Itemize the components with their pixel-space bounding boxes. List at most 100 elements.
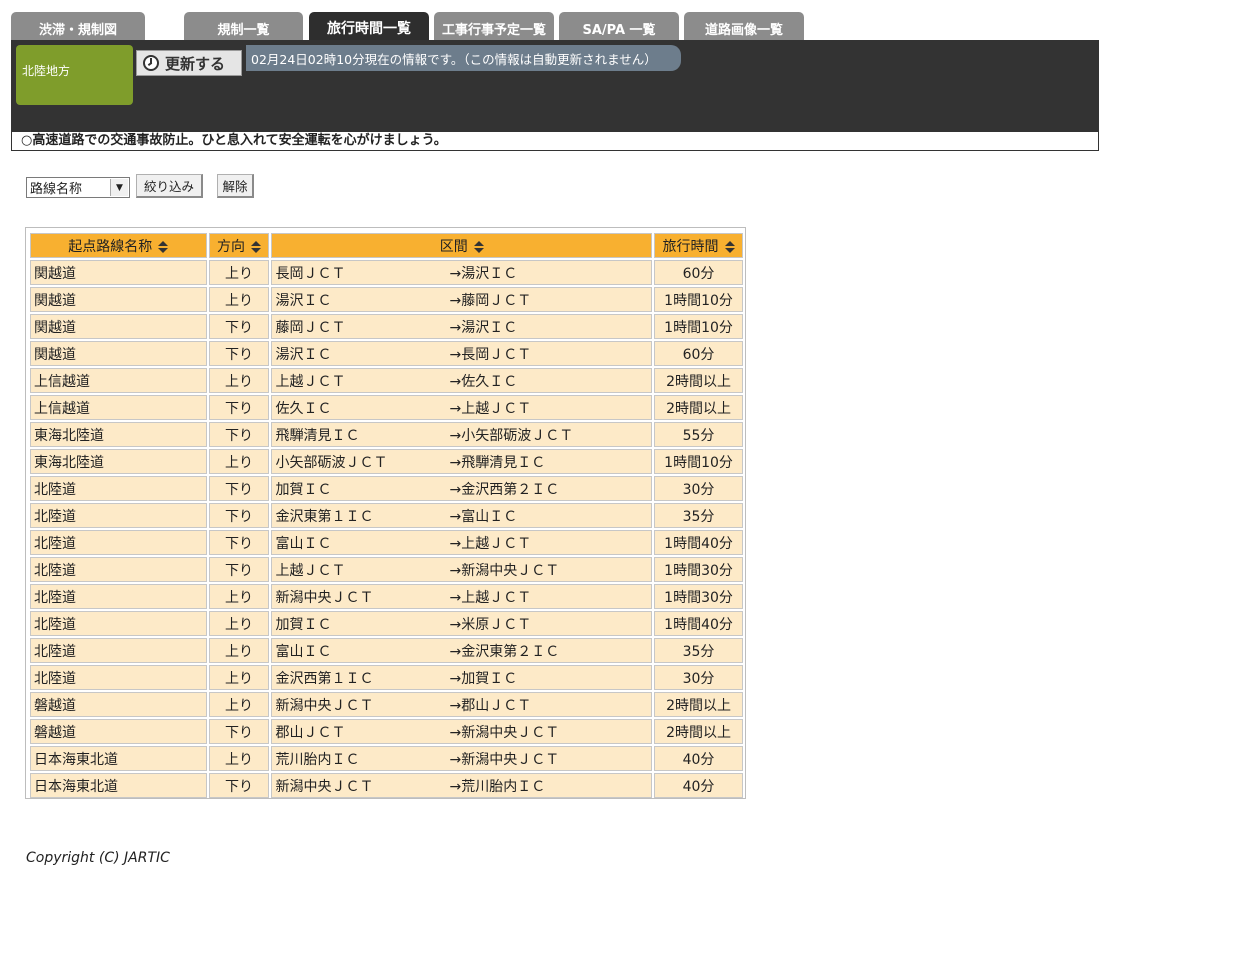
- filter-button[interactable]: 絞り込み: [136, 174, 203, 198]
- cell-direction: 上り: [208, 611, 270, 636]
- section-from: 飛騨清見ＩＣ: [275, 427, 360, 444]
- table-row: 関越道 上り 湯沢ＩＣ →藤岡ＪＣＴ 1時間10分: [30, 287, 743, 312]
- tab-road-image-list[interactable]: 道路画像一覧: [684, 12, 804, 40]
- cell-direction: 上り: [208, 692, 270, 717]
- cell-route: 北陸道: [30, 476, 207, 501]
- section-from: 藤岡ＪＣＴ: [275, 319, 346, 336]
- section-to: →上越ＪＣＴ: [449, 535, 532, 552]
- section-from: 佐久ＩＣ: [275, 400, 332, 417]
- section-from: 湯沢ＩＣ: [275, 346, 332, 363]
- cell-route: 北陸道: [30, 557, 207, 582]
- sort-icon: [251, 240, 262, 253]
- cell-route: 関越道: [30, 341, 207, 366]
- cell-direction: 下り: [208, 395, 270, 420]
- tab-regulation-list[interactable]: 規制一覧: [184, 12, 303, 40]
- section-from: 金沢東第１ＩＣ: [275, 508, 374, 525]
- route-filter-select[interactable]: 路線名称 ▼: [26, 177, 130, 198]
- region-button[interactable]: 北陸地方: [16, 45, 133, 105]
- tab-construction-schedule[interactable]: 工事行事予定一覧: [434, 12, 554, 40]
- column-header-route[interactable]: 起点路線名称: [30, 233, 207, 258]
- cell-route: 磐越道: [30, 719, 207, 744]
- cell-route: 日本海東北道: [30, 773, 207, 798]
- section-to: →上越ＪＣＴ: [449, 400, 532, 417]
- cell-section: 小矢部砺波ＪＣＴ →飛騨清見ＩＣ: [271, 449, 653, 474]
- notice-banner: ○高速道路での交通事故防止。ひと息入れて安全運転を心がけましょう。: [11, 131, 1099, 151]
- table-row: 関越道 下り 藤岡ＪＣＴ →湯沢ＩＣ 1時間10分: [30, 314, 743, 339]
- section-to: →新潟中央ＪＣＴ: [449, 751, 560, 768]
- table-row: 東海北陸道 下り 飛騨清見ＩＣ →小矢部砺波ＪＣＴ 55分: [30, 422, 743, 447]
- section-to: →長岡ＪＣＴ: [449, 346, 532, 363]
- table-row: 北陸道 上り 新潟中央ＪＣＴ →上越ＪＣＴ 1時間30分: [30, 584, 743, 609]
- section-from: 加賀ＩＣ: [275, 481, 332, 498]
- copyright: Copyright (C) JARTIC: [26, 850, 170, 866]
- cell-travel-time: 1時間30分: [654, 584, 743, 609]
- table-row: 北陸道 上り 金沢西第１ＩＣ →加賀ＩＣ 30分: [30, 665, 743, 690]
- cell-direction: 上り: [208, 368, 270, 393]
- cell-travel-time: 35分: [654, 638, 743, 663]
- table-row: 北陸道 上り 富山ＩＣ →金沢東第２ＩＣ 35分: [30, 638, 743, 663]
- section-from: 荒川胎内ＩＣ: [275, 751, 360, 768]
- cell-direction: 下り: [208, 476, 270, 501]
- cell-travel-time: 1時間30分: [654, 557, 743, 582]
- section-to: →湯沢ＩＣ: [449, 265, 518, 282]
- cell-section: 飛騨清見ＩＣ →小矢部砺波ＪＣＴ: [271, 422, 653, 447]
- cell-direction: 下り: [208, 422, 270, 447]
- column-header-section[interactable]: 区間: [271, 233, 653, 258]
- cell-section: 佐久ＩＣ →上越ＪＣＴ: [271, 395, 653, 420]
- section-from: 金沢西第１ＩＣ: [275, 670, 374, 687]
- clear-filter-button[interactable]: 解除: [217, 174, 254, 198]
- cell-section: 金沢西第１ＩＣ →加賀ＩＣ: [271, 665, 653, 690]
- section-to: →新潟中央ＪＣＴ: [449, 562, 560, 579]
- cell-section: 新潟中央ＪＣＴ →郡山ＪＣＴ: [271, 692, 653, 717]
- cell-route: 関越道: [30, 260, 207, 285]
- section-to: →金沢東第２ＩＣ: [449, 643, 560, 660]
- cell-travel-time: 1時間10分: [654, 287, 743, 312]
- sort-icon: [724, 240, 735, 253]
- cell-travel-time: 60分: [654, 260, 743, 285]
- cell-direction: 上り: [208, 665, 270, 690]
- tab-sapa-list[interactable]: SA/PA 一覧: [559, 12, 679, 40]
- section-from: 新潟中央ＪＣＴ: [275, 697, 374, 714]
- section-from: 郡山ＪＣＴ: [275, 724, 346, 741]
- column-header-travel-time[interactable]: 旅行時間: [654, 233, 743, 258]
- travel-time-table: 起点路線名称 方向 区間 旅行時間 関越道 上り 長岡ＪＣＴ →湯沢ＩＣ 60分 関越道上…: [25, 227, 746, 799]
- section-to: →佐久ＩＣ: [449, 373, 518, 390]
- cell-route: 北陸道: [30, 584, 207, 609]
- cell-section: 荒川胎内ＩＣ →新潟中央ＪＣＴ: [271, 746, 653, 771]
- sort-icon: [158, 240, 169, 253]
- cell-section: 藤岡ＪＣＴ →湯沢ＩＣ: [271, 314, 653, 339]
- section-from: 新潟中央ＪＣＴ: [275, 589, 374, 606]
- cell-travel-time: 2時間以上: [654, 692, 743, 717]
- cell-direction: 下り: [208, 557, 270, 582]
- table-row: 上信越道 上り 上越ＪＣＴ →佐久ＩＣ 2時間以上: [30, 368, 743, 393]
- refresh-button[interactable]: 更新する: [136, 50, 242, 76]
- status-message: 02月24日02時10分現在の情報です。（この情報は自動更新されません）: [246, 45, 681, 71]
- section-to: →金沢西第２ＩＣ: [449, 481, 560, 498]
- refresh-label: 更新する: [165, 54, 226, 73]
- cell-travel-time: 2時間以上: [654, 368, 743, 393]
- cell-route: 上信越道: [30, 395, 207, 420]
- cell-section: 富山ＩＣ →金沢東第２ＩＣ: [271, 638, 653, 663]
- cell-route: 北陸道: [30, 611, 207, 636]
- cell-travel-time: 1時間10分: [654, 314, 743, 339]
- cell-section: 上越ＪＣＴ →佐久ＩＣ: [271, 368, 653, 393]
- tab-congestion-map[interactable]: 渋滞・規制図: [11, 12, 145, 40]
- cell-travel-time: 40分: [654, 746, 743, 771]
- column-header-direction[interactable]: 方向: [208, 233, 270, 258]
- cell-direction: 上り: [208, 287, 270, 312]
- cell-direction: 下り: [208, 314, 270, 339]
- cell-route: 東海北陸道: [30, 422, 207, 447]
- section-to: →新潟中央ＪＣＴ: [449, 724, 560, 741]
- table-row: 上信越道 下り 佐久ＩＣ →上越ＪＣＴ 2時間以上: [30, 395, 743, 420]
- table-row: 関越道 上り 長岡ＪＣＴ →湯沢ＩＣ 60分: [30, 260, 743, 285]
- cell-section: 新潟中央ＪＣＴ →上越ＪＣＴ: [271, 584, 653, 609]
- table-row: 北陸道 下り 金沢東第１ＩＣ →富山ＩＣ 35分: [30, 503, 743, 528]
- cell-route: 関越道: [30, 287, 207, 312]
- cell-direction: 上り: [208, 638, 270, 663]
- section-from: 上越ＪＣＴ: [275, 373, 346, 390]
- section-to: →加賀ＩＣ: [449, 670, 518, 687]
- cell-section: 富山ＩＣ →上越ＪＣＴ: [271, 530, 653, 555]
- tab-travel-time-list[interactable]: 旅行時間一覧: [309, 12, 429, 40]
- cell-section: 湯沢ＩＣ →藤岡ＪＣＴ: [271, 287, 653, 312]
- section-to: →飛騨清見ＩＣ: [449, 454, 546, 471]
